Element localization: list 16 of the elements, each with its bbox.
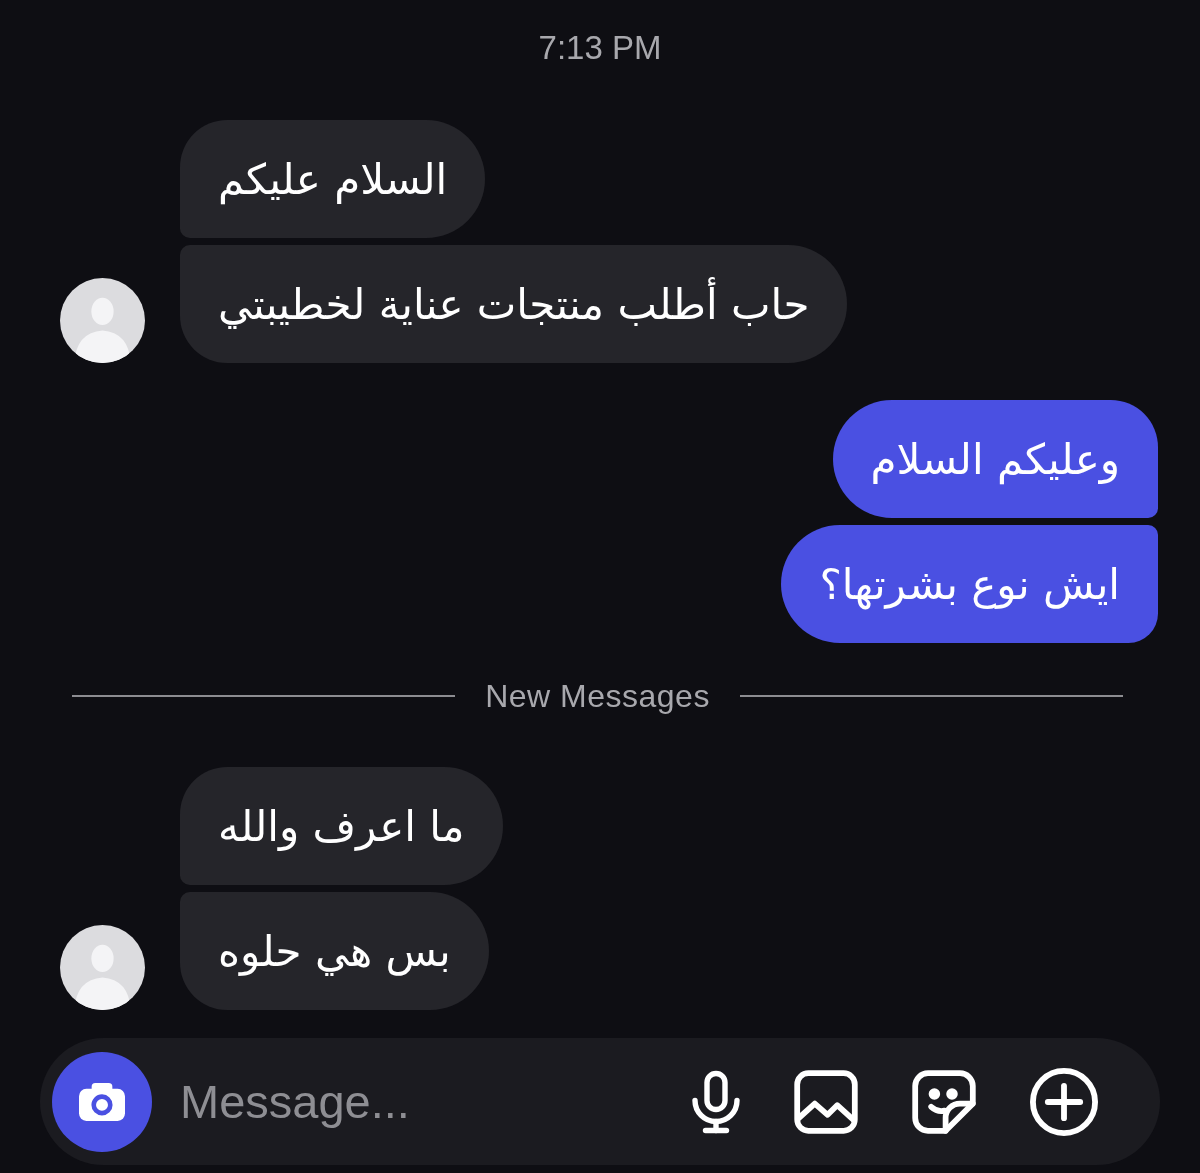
message-bubble: السلام عليكم bbox=[180, 120, 486, 238]
message-field[interactable]: Message... bbox=[180, 1070, 692, 1133]
divider-label: New Messages bbox=[485, 677, 710, 715]
message-bubble: ما اعرف والله bbox=[180, 767, 503, 885]
microphone-icon[interactable] bbox=[692, 1069, 740, 1134]
camera-icon bbox=[79, 1082, 125, 1121]
message-bubble: وعليكم السلام bbox=[832, 400, 1158, 518]
sticker-icon[interactable] bbox=[912, 1069, 976, 1134]
timestamp: 7:13 PM bbox=[538, 29, 662, 67]
message-bubble: بس هي حلوه bbox=[180, 892, 489, 1010]
image-icon[interactable] bbox=[794, 1069, 858, 1134]
avatar-icon[interactable] bbox=[60, 925, 145, 1010]
avatar-icon[interactable] bbox=[60, 278, 145, 363]
message-bubble: ايش نوع بشرتها؟ bbox=[781, 525, 1158, 643]
add-icon[interactable] bbox=[1030, 1067, 1098, 1136]
message-bubble: حاب أطلب منتجات عناية لخطيبتي bbox=[180, 245, 848, 363]
